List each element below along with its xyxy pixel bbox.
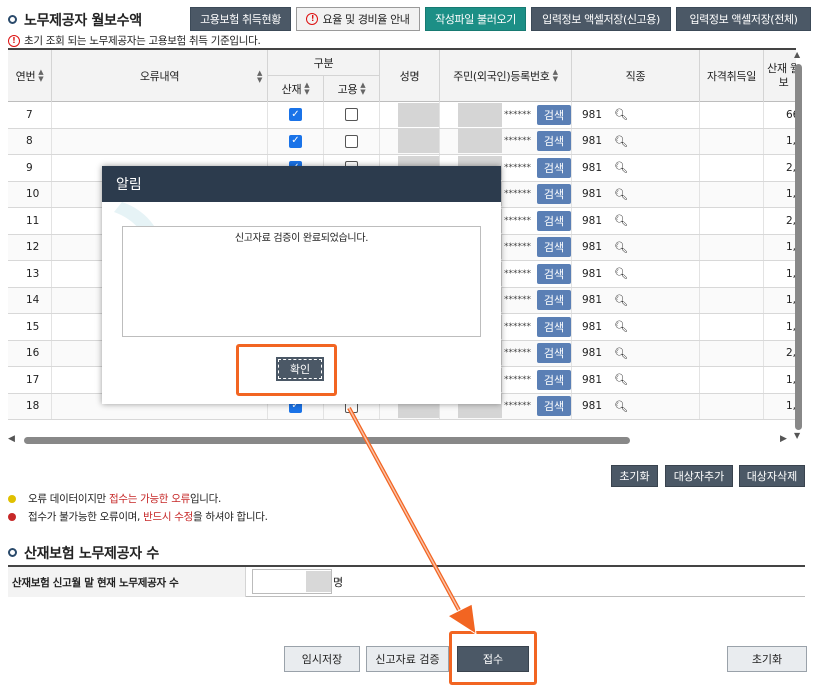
arrow-annotation <box>347 407 477 636</box>
